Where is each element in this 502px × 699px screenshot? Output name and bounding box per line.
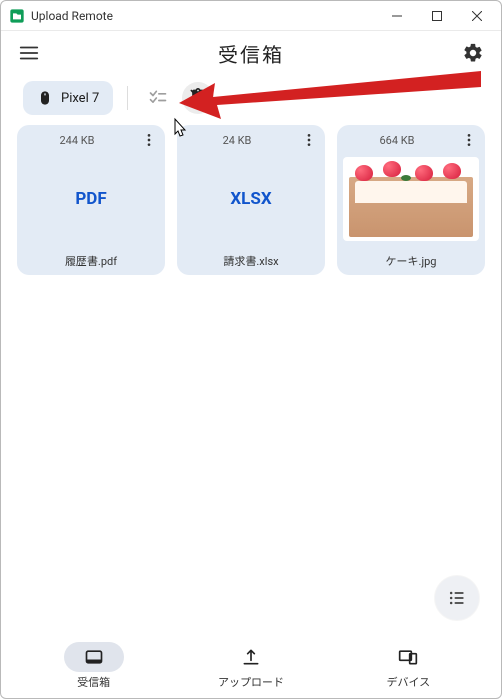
file-menu-button[interactable] bbox=[137, 128, 161, 152]
file-card[interactable]: 24 KB XLSX 請求書.xlsx bbox=[177, 125, 325, 275]
nav-inbox-label: 受信箱 bbox=[77, 674, 110, 690]
nav-inbox[interactable]: 受信箱 bbox=[15, 642, 172, 690]
kebab-icon bbox=[301, 132, 317, 148]
clipboard-off-icon bbox=[188, 88, 208, 108]
inbox-icon bbox=[84, 647, 104, 667]
bottom-nav: 受信箱 アップロード デバイス bbox=[1, 636, 501, 698]
paste-clipboard-button[interactable] bbox=[182, 82, 214, 114]
file-type-badge: PDF bbox=[17, 151, 165, 247]
kebab-icon bbox=[141, 132, 157, 148]
cake-image bbox=[343, 157, 479, 241]
divider bbox=[127, 86, 128, 110]
app-icon bbox=[9, 8, 25, 24]
window-maximize-button[interactable] bbox=[417, 2, 457, 30]
devices-icon bbox=[398, 647, 418, 667]
list-icon bbox=[447, 588, 467, 608]
file-grid: 244 KB PDF 履歴書.pdf 24 KB XLSX 請求書.xlsx 6… bbox=[1, 125, 501, 275]
file-thumbnail bbox=[337, 151, 485, 247]
file-card[interactable]: 664 KB ケーキ.jpg bbox=[337, 125, 485, 275]
file-menu-button[interactable] bbox=[297, 128, 321, 152]
file-size: 664 KB bbox=[337, 134, 457, 147]
window-titlebar: Upload Remote bbox=[1, 1, 501, 31]
menu-button[interactable] bbox=[11, 35, 47, 71]
mouse-icon bbox=[37, 90, 53, 106]
app-toolbar: 受信箱 bbox=[1, 31, 501, 75]
device-chip-label: Pixel 7 bbox=[61, 91, 99, 106]
page-title: 受信箱 bbox=[47, 39, 455, 68]
file-size: 244 KB bbox=[17, 134, 137, 147]
file-card[interactable]: 244 KB PDF 履歴書.pdf bbox=[17, 125, 165, 275]
file-name: 請求書.xlsx bbox=[177, 247, 325, 275]
nav-upload[interactable]: アップロード bbox=[172, 642, 329, 690]
file-menu-button[interactable] bbox=[457, 128, 481, 152]
file-type-badge: XLSX bbox=[177, 151, 325, 247]
window-close-button[interactable] bbox=[457, 2, 497, 30]
checklist-icon bbox=[148, 88, 168, 108]
window-minimize-button[interactable] bbox=[377, 2, 417, 30]
kebab-icon bbox=[461, 132, 477, 148]
filter-row: Pixel 7 bbox=[1, 75, 501, 125]
nav-devices[interactable]: デバイス bbox=[330, 642, 487, 690]
nav-devices-label: デバイス bbox=[386, 674, 430, 690]
upload-icon bbox=[241, 647, 261, 667]
file-size: 24 KB bbox=[177, 134, 297, 147]
file-name: ケーキ.jpg bbox=[337, 247, 485, 275]
view-list-fab[interactable] bbox=[435, 576, 479, 620]
gear-icon bbox=[462, 42, 484, 64]
select-all-button[interactable] bbox=[142, 82, 174, 114]
nav-upload-label: アップロード bbox=[218, 674, 284, 690]
device-chip[interactable]: Pixel 7 bbox=[23, 81, 113, 115]
settings-button[interactable] bbox=[455, 35, 491, 71]
file-name: 履歴書.pdf bbox=[17, 247, 165, 275]
window-title: Upload Remote bbox=[31, 9, 113, 23]
